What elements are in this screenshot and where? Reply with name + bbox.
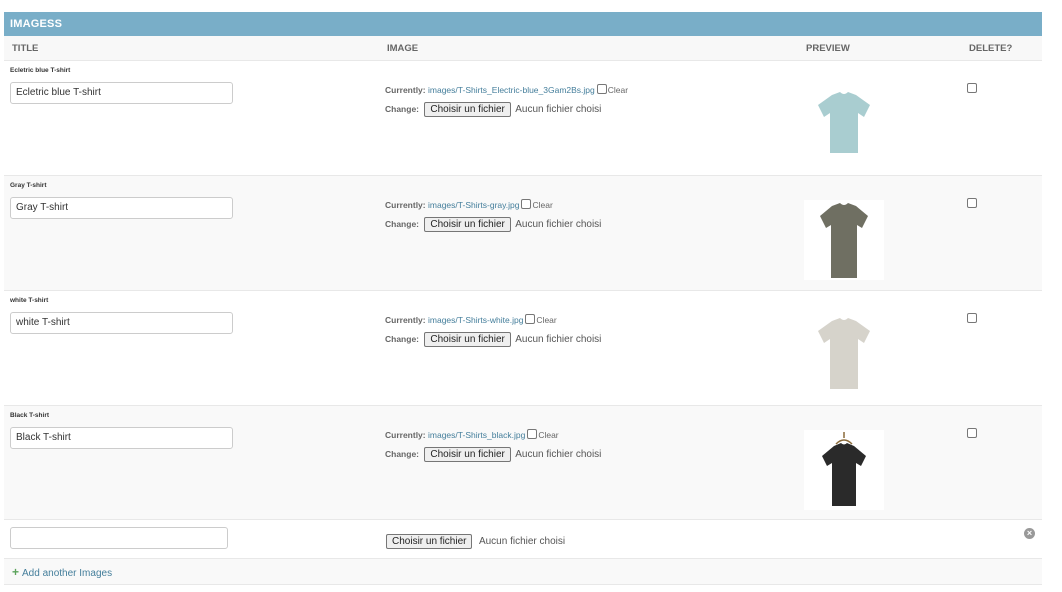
column-header-image: Image [387, 43, 419, 54]
change-label: Change: [385, 104, 419, 114]
preview-image [804, 200, 884, 280]
empty-form-row: Choisir un fichier Aucun fichier choisi … [4, 520, 1042, 559]
preview-image [804, 83, 884, 163]
inline-group-imagess: Imagess Title Image Preview Delete? Ecle… [4, 12, 1042, 585]
currently-label: Currently: [385, 200, 426, 210]
row-title-label: Ecletric blue T-shirt [10, 67, 71, 74]
no-file-text: Aucun fichier choisi [515, 219, 602, 230]
module-caption: Imagess [4, 12, 1042, 36]
change-file: Change: Choisir un fichier Aucun fichier… [385, 332, 601, 347]
no-file-text: Aucun fichier choisi [515, 334, 602, 345]
tshirt-icon [822, 432, 866, 506]
preview-image [804, 313, 884, 393]
add-another-label: Add another Images [22, 568, 113, 579]
change-label: Change: [385, 449, 419, 459]
title-input[interactable]: Black T-shirt [10, 427, 233, 449]
table-row: Gray T-shirt Gray T-shirt Currently: ima… [4, 176, 1042, 291]
column-header-title: Title [12, 43, 39, 54]
title-input[interactable]: Gray T-shirt [10, 197, 233, 219]
tshirt-icon [820, 203, 868, 278]
currently-label: Currently: [385, 315, 426, 325]
delete-checkbox[interactable] [967, 83, 977, 93]
row-title-label: white T-shirt [10, 297, 49, 304]
currently-label: Currently: [385, 85, 426, 95]
change-file: Change: Choisir un fichier Aucun fichier… [385, 102, 601, 117]
current-file-link[interactable]: images/T-Shirts_black.jpg [428, 430, 525, 440]
table-row: white T-shirt white T-shirt Currently: i… [4, 291, 1042, 406]
row-title-label: Gray T-shirt [10, 182, 47, 189]
clear-checkbox[interactable] [527, 429, 538, 439]
table-row: Ecletric blue T-shirt Ecletric blue T-sh… [4, 61, 1042, 176]
tshirt-icon [818, 92, 870, 153]
new-title-input[interactable] [10, 527, 228, 549]
table-header: Title Image Preview Delete? [4, 36, 1042, 61]
change-file: Change: Choisir un fichier Aucun fichier… [385, 447, 601, 462]
add-row: + Add another Images [4, 559, 1042, 585]
clear-label: Clear [532, 200, 553, 210]
current-file: Currently: images/T-Shirts-gray.jpg Clear [385, 199, 553, 210]
choose-file-button[interactable]: Choisir un fichier [424, 332, 511, 347]
row-title-label: Black T-shirt [10, 412, 50, 419]
title-input[interactable]: white T-shirt [10, 312, 233, 334]
change-label: Change: [385, 219, 419, 229]
column-header-delete: Delete? [969, 43, 1013, 54]
choose-file-button[interactable]: Choisir un fichier [424, 102, 511, 117]
currently-label: Currently: [385, 430, 426, 440]
preview-image [804, 430, 884, 510]
clear-label: Clear [607, 85, 629, 95]
clear-label: Clear [538, 430, 559, 440]
choose-file-button[interactable]: Choisir un fichier [424, 217, 511, 232]
clear-checkbox[interactable] [525, 314, 536, 324]
current-file: Currently: images/T-Shirts-white.jpg Clea… [385, 314, 557, 325]
change-file: Change: Choisir un fichier Aucun fichier… [385, 217, 601, 232]
no-file-text: Aucun fichier choisi [478, 536, 566, 547]
add-icon: + [12, 565, 20, 579]
new-file-field: Choisir un fichier Aucun fichier choisi [386, 531, 565, 549]
current-file: Currently: images/T-Shirts_Electric-blue… [385, 84, 628, 95]
add-another-link[interactable]: + Add another Images [12, 565, 112, 579]
no-file-text: Aucun fichier choisi [515, 449, 602, 460]
clear-checkbox[interactable] [521, 199, 532, 209]
delete-checkbox[interactable] [967, 198, 977, 208]
remove-row-icon[interactable]: × [1024, 528, 1035, 539]
title-input[interactable]: Ecletric blue T-shirt [10, 82, 233, 104]
table-row: Black T-shirt Black T-shirt Currently: i… [4, 406, 1042, 520]
tshirt-icon [818, 318, 870, 389]
current-file-link[interactable]: images/T-Shirts_Electric-blue_3Gam2Bs.jp… [428, 85, 595, 95]
column-header-preview: Preview [806, 43, 850, 54]
choose-file-button[interactable]: Choisir un fichier [386, 534, 473, 549]
change-label: Change: [385, 334, 419, 344]
clear-label: Clear [536, 315, 557, 325]
delete-checkbox[interactable] [967, 313, 977, 323]
delete-checkbox[interactable] [967, 428, 977, 438]
current-file: Currently: images/T-Shirts_black.jpg Clea… [385, 429, 559, 440]
choose-file-button[interactable]: Choisir un fichier [424, 447, 511, 462]
no-file-text: Aucun fichier choisi [515, 104, 602, 115]
current-file-link[interactable]: images/T-Shirts-gray.jpg [428, 200, 519, 210]
clear-checkbox[interactable] [596, 84, 607, 94]
current-file-link[interactable]: images/T-Shirts-white.jpg [428, 315, 523, 325]
